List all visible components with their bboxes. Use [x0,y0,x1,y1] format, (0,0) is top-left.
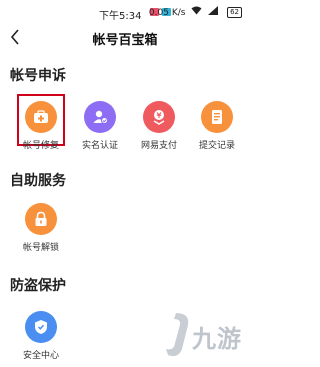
tile-security-center[interactable]: 安全中心 [11,311,71,361]
section-title-anti-theft: 防盗保护 [10,278,66,294]
tile-label: 安全中心 [22,351,59,361]
nav-bar: 帐号百宝箱 [0,24,250,50]
watermark-text: 九游 [192,325,242,353]
tile-submission-records[interactable]: 提交记录 [187,101,247,151]
network-speed: 0.05 K/s [148,8,186,18]
tile-label: 提交记录 [198,141,235,151]
watermark-logo: 九游 [162,305,244,363]
tile-label: 网易支付 [140,141,177,151]
record-icon [201,101,233,133]
battery-level: 62 [227,7,242,18]
status-bar: 下午5:34 0.05 K/s 62 [0,0,250,24]
lock-icon [25,203,57,235]
signal-icon [208,6,221,18]
tile-label: 帐号修复 [22,141,59,151]
shield-icon [25,311,57,343]
watermark-j-icon [166,313,189,357]
section-title-account-appeal: 帐号申诉 [10,68,66,84]
tile-label: 帐号解锁 [22,243,59,253]
status-indicators: 0.05 K/s 62 [146,6,242,19]
wifi-icon [191,6,205,18]
battery-icon: 62 [224,7,242,18]
tile-real-name-verification[interactable]: 实名认证 [70,101,130,151]
tile-netease-payment[interactable]: 网易支付 [129,101,189,151]
user-verified-icon [84,101,116,133]
status-time: 下午5:34 [99,11,142,22]
section-title-self-service: 自助服务 [10,173,66,189]
tile-account-unlock[interactable]: 帐号解锁 [11,203,71,253]
medkit-icon [25,101,57,133]
tile-account-repair[interactable]: 帐号修复 [11,101,71,151]
page-title: 帐号百宝箱 [92,33,158,48]
payment-icon [143,101,175,133]
tile-label: 实名认证 [81,141,118,151]
